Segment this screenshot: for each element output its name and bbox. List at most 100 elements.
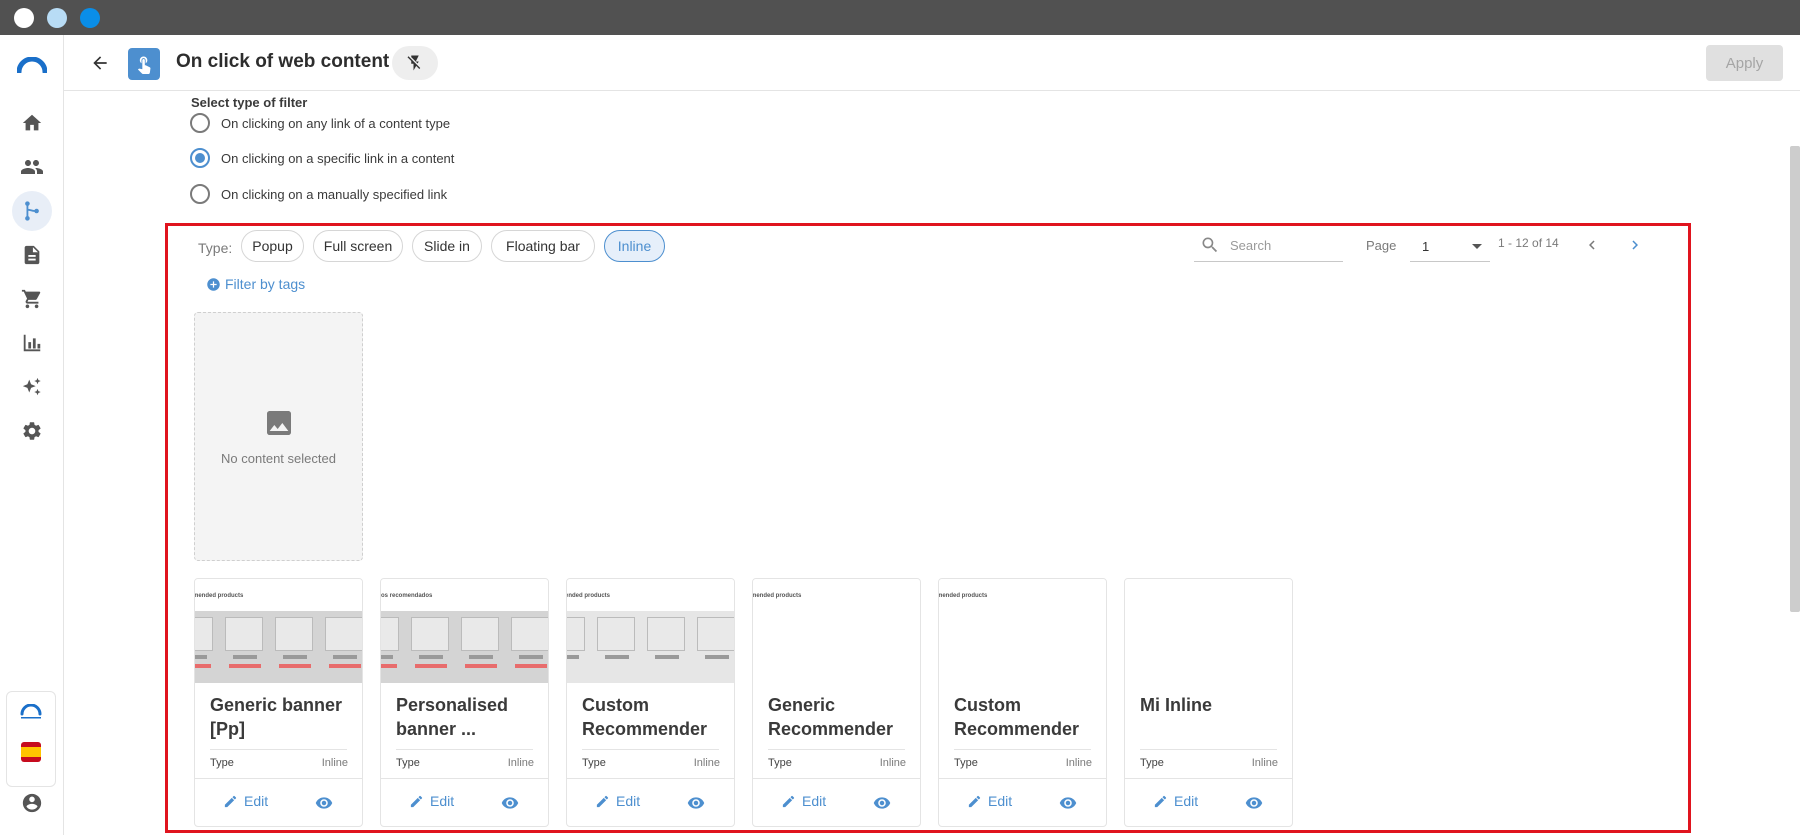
- card-type-value: Inline: [507, 757, 534, 769]
- chevron-right-icon: [1632, 240, 1638, 250]
- selected-content-placeholder: No content selected: [194, 312, 363, 561]
- card-type-value: Inline: [321, 757, 348, 769]
- content-card[interactable]: mended products Custom Recommender Type Inl…: [938, 578, 1107, 827]
- filter-option-label: On clicking on any link of a content typ…: [221, 115, 451, 131]
- radio-button[interactable]: [190, 113, 210, 133]
- back-button[interactable]: [84, 47, 116, 79]
- sidebar-item-home[interactable]: [16, 107, 48, 139]
- card-title: Generic banner [Pp]: [210, 695, 343, 739]
- filter-option-any-link[interactable]: On clicking on any link of a content typ…: [190, 113, 450, 133]
- thumbnail-price-line: [415, 664, 447, 668]
- maximize-window-dot[interactable]: [80, 8, 100, 28]
- content-card[interactable]: mended products Generic Recommender Type In…: [752, 578, 921, 827]
- card-type-label: Type: [1140, 757, 1164, 769]
- thumbnail-text-line: [655, 655, 679, 659]
- minimize-window-dot[interactable]: [47, 8, 67, 28]
- thumbnail-caption: mended products: [195, 593, 244, 599]
- thumbnail-text-line: [233, 655, 257, 659]
- filter-by-tags-link[interactable]: Filter by tags: [206, 276, 305, 292]
- filter-option-label: On clicking on a manually specified link: [221, 186, 448, 202]
- user-circle-icon: [22, 793, 42, 813]
- search-input[interactable]: [1230, 237, 1330, 253]
- edit-label: Edit: [988, 793, 1013, 809]
- pagination-range: 1 - 12 of 14: [1498, 236, 1559, 250]
- radio-button[interactable]: [190, 184, 210, 204]
- chip-inline[interactable]: Inline: [604, 230, 665, 262]
- chip-floating-bar[interactable]: Floating bar: [491, 230, 595, 262]
- cart-icon: [21, 289, 41, 309]
- edit-button[interactable]: Edit: [781, 793, 826, 809]
- thumbnail-price-line: [381, 664, 397, 668]
- page-scrollbar[interactable]: [1790, 146, 1800, 612]
- chip-full-screen[interactable]: Full screen: [313, 230, 403, 262]
- sidebar-item-content[interactable]: [16, 239, 48, 271]
- spain-flag-icon[interactable]: [21, 742, 41, 762]
- edit-label: Edit: [430, 793, 455, 809]
- journey-icon: [25, 201, 39, 221]
- edit-button[interactable]: Edit: [595, 793, 640, 809]
- chip-popup[interactable]: Popup: [241, 230, 304, 262]
- previous-page-button[interactable]: [1580, 233, 1604, 257]
- app-logo-icon[interactable]: [16, 49, 48, 81]
- preview-button[interactable]: [1243, 794, 1265, 817]
- radio-button-checked[interactable]: [190, 148, 210, 168]
- gear-icon: [23, 422, 41, 440]
- card-divider: [582, 749, 719, 750]
- flash-toggle-button[interactable]: [392, 46, 438, 80]
- preview-button[interactable]: [313, 794, 335, 817]
- card-title: Personalised banner ...: [396, 695, 509, 739]
- sidebar-item-commerce[interactable]: [16, 283, 48, 315]
- eye-icon: [501, 797, 519, 809]
- filter-option-specific-link[interactable]: On clicking on a specific link in a cont…: [190, 148, 454, 168]
- content-thumbnail: tos recomendados: [381, 579, 548, 683]
- type-filter-label: Type:: [198, 240, 233, 256]
- thumbnail-text-line: [519, 655, 543, 659]
- eye-icon: [1059, 797, 1077, 809]
- page-label: Page: [1366, 238, 1397, 253]
- content-card[interactable]: mended products Generic banner [Pp] Type In…: [194, 578, 363, 827]
- card-divider: [768, 749, 905, 750]
- page-select[interactable]: 1: [1410, 229, 1490, 262]
- thumbnail-image-tile: [195, 617, 213, 651]
- preview-button[interactable]: [871, 794, 893, 817]
- user-account-button[interactable]: [16, 787, 48, 819]
- sidebar-item-analytics[interactable]: [16, 327, 48, 359]
- card-actions: Edit: [195, 778, 362, 826]
- edit-button[interactable]: Edit: [967, 793, 1012, 809]
- preview-button[interactable]: [499, 794, 521, 817]
- content-card[interactable]: ended products Custom Recommender Type Inli…: [566, 578, 735, 827]
- filter-option-manual-link[interactable]: On clicking on a manually specified link: [190, 184, 447, 204]
- preview-button[interactable]: [1057, 794, 1079, 817]
- eye-icon: [687, 797, 705, 809]
- next-page-button[interactable]: [1623, 233, 1647, 257]
- thumbnail-text-line: [469, 655, 493, 659]
- sidebar-item-settings[interactable]: [16, 415, 48, 447]
- chip-slide-in[interactable]: Slide in: [412, 230, 482, 262]
- pencil-icon: [410, 795, 423, 807]
- preview-button[interactable]: [685, 794, 707, 817]
- card-divider: [210, 749, 347, 750]
- edit-button[interactable]: Edit: [409, 793, 454, 809]
- close-window-dot[interactable]: [14, 8, 34, 28]
- edit-button[interactable]: Edit: [223, 793, 268, 809]
- edit-button[interactable]: Edit: [1153, 793, 1198, 809]
- content-thumbnail: mended products: [753, 579, 920, 683]
- eye-icon: [315, 797, 333, 809]
- card-title: Custom Recommender: [954, 695, 1080, 739]
- apply-button[interactable]: Apply: [1706, 45, 1783, 81]
- sidebar-item-people[interactable]: [16, 151, 48, 183]
- sidebar-item-journeys[interactable]: [12, 191, 52, 231]
- content-card[interactable]: Mi Inline Type Inline Edit: [1124, 578, 1293, 827]
- card-type-label: Type: [954, 757, 978, 769]
- sidebar-item-ai[interactable]: [16, 371, 48, 403]
- thumbnail-text-line: [705, 655, 729, 659]
- content-thumbnail: mended products: [939, 579, 1106, 683]
- thumbnail-text-line: [333, 655, 357, 659]
- thumbnail-image-tile: [461, 617, 499, 651]
- thumbnail-image-tile: [511, 617, 548, 651]
- card-divider: [954, 749, 1091, 750]
- image-placeholder-icon: [266, 411, 291, 435]
- content-card[interactable]: tos recomendados Personalised banner ... T…: [380, 578, 549, 827]
- card-title: Custom Recommender: [582, 695, 708, 739]
- card-type-label: Type: [582, 757, 606, 769]
